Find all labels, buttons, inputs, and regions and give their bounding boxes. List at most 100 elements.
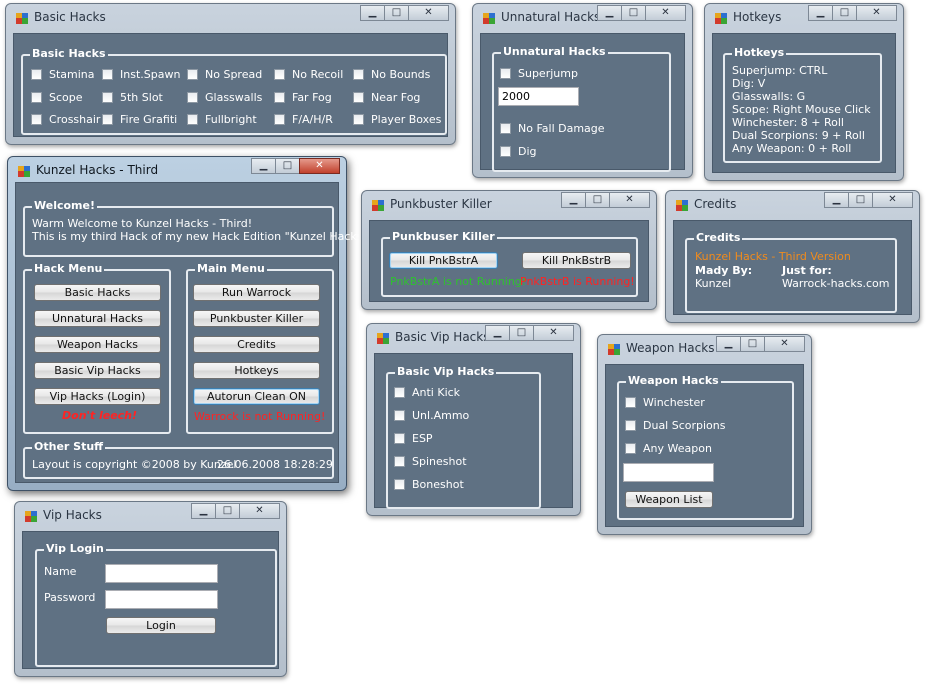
checkbox-fullbright[interactable]: Fullbright	[187, 111, 257, 127]
checkbox-box[interactable]	[31, 113, 42, 125]
checkbox-inst-spawn[interactable]: Inst.Spawn	[102, 66, 180, 82]
checkbox-box[interactable]	[625, 442, 636, 454]
checkbox-no-bounds[interactable]: No Bounds	[353, 66, 430, 82]
close-icon[interactable]: ✕	[645, 5, 686, 21]
title-bar[interactable]: Basic Hacks ▁ □ ✕	[6, 4, 455, 32]
maximize-icon[interactable]: □	[384, 5, 409, 21]
minimize-icon[interactable]: ▁	[808, 5, 833, 21]
checkbox-spineshot[interactable]: Spineshot	[394, 453, 467, 469]
punkbuster-killer-button[interactable]: Punkbuster Killer	[193, 310, 320, 327]
checkbox-box[interactable]	[353, 113, 364, 125]
hotkeys-button[interactable]: Hotkeys	[193, 362, 320, 379]
weapon-input[interactable]	[623, 463, 714, 482]
checkbox-any-weapon[interactable]: Any Weapon	[625, 440, 712, 456]
checkbox-no-recoil[interactable]: No Recoil	[274, 66, 343, 82]
checkbox-dig[interactable]: Dig	[500, 143, 537, 159]
close-icon[interactable]: ✕	[609, 192, 650, 208]
checkbox-box[interactable]	[102, 113, 113, 125]
minimize-icon[interactable]: ▁	[251, 158, 276, 174]
checkbox-fire-grafiti[interactable]: Fire Grafiti	[102, 111, 177, 127]
password-field[interactable]	[105, 590, 218, 609]
title-bar[interactable]: Weapon Hacks ▁ □ ✕	[598, 335, 811, 363]
title-bar[interactable]: Kunzel Hacks - Third ▁ □ ✕	[8, 157, 346, 185]
maximize-icon[interactable]: □	[215, 503, 240, 519]
title-bar[interactable]: Basic Vip Hacks ▁ □ ✕	[367, 324, 580, 352]
checkbox-box[interactable]	[394, 455, 405, 467]
maximize-icon[interactable]: □	[275, 158, 300, 174]
checkbox-box[interactable]	[274, 91, 285, 103]
login-button[interactable]: Login	[106, 617, 216, 634]
minimize-icon[interactable]: ▁	[716, 336, 741, 352]
name-field[interactable]	[105, 564, 218, 583]
checkbox-box[interactable]	[394, 432, 405, 444]
checkbox-no-spread[interactable]: No Spread	[187, 66, 262, 82]
weapon-hacks-button[interactable]: Weapon Hacks	[34, 336, 161, 353]
maximize-icon[interactable]: □	[832, 5, 857, 21]
checkbox-box[interactable]	[187, 91, 198, 103]
checkbox-box[interactable]	[500, 122, 511, 134]
checkbox-box[interactable]	[31, 68, 42, 80]
checkbox-5th-slot[interactable]: 5th Slot	[102, 89, 163, 105]
title-bar[interactable]: Unnatural Hacks ▁ □ ✕	[473, 4, 692, 32]
minimize-icon[interactable]: ▁	[597, 5, 622, 21]
minimize-icon[interactable]: ▁	[191, 503, 216, 519]
maximize-icon[interactable]: □	[585, 192, 610, 208]
close-icon[interactable]: ✕	[764, 336, 805, 352]
maximize-icon[interactable]: □	[621, 5, 646, 21]
checkbox-scope[interactable]: Scope	[31, 89, 83, 105]
checkbox-box[interactable]	[353, 68, 364, 80]
checkbox-near-fog[interactable]: Near Fog	[353, 89, 420, 105]
checkbox-box[interactable]	[353, 91, 364, 103]
run-warrock-button[interactable]: Run Warrock	[193, 284, 320, 301]
title-bar[interactable]: Credits ▁ □ ✕	[666, 191, 919, 219]
checkbox-box[interactable]	[102, 91, 113, 103]
autorun-clean-button[interactable]: Autorun Clean ON	[193, 388, 320, 405]
checkbox-box[interactable]	[394, 409, 405, 421]
credits-button[interactable]: Credits	[193, 336, 320, 353]
title-bar[interactable]: Vip Hacks ▁ □ ✕	[15, 502, 286, 530]
weapon-list-button[interactable]: Weapon List	[625, 491, 713, 508]
checkbox-anti-kick[interactable]: Anti Kick	[394, 384, 460, 400]
close-icon[interactable]: ✕	[299, 158, 340, 174]
checkbox-box[interactable]	[625, 419, 636, 431]
basic-hacks-button[interactable]: Basic Hacks	[34, 284, 161, 301]
checkbox-winchester[interactable]: Winchester	[625, 394, 705, 410]
close-icon[interactable]: ✕	[872, 192, 913, 208]
checkbox-dual-scorpions[interactable]: Dual Scorpions	[625, 417, 726, 433]
title-bar[interactable]: Punkbuster Killer ▁ □ ✕	[362, 191, 656, 219]
vip-hacks-login-button[interactable]: Vip Hacks (Login)	[34, 388, 161, 405]
close-icon[interactable]: ✕	[408, 5, 449, 21]
close-icon[interactable]: ✕	[239, 503, 280, 519]
checkbox-stamina[interactable]: Stamina	[31, 66, 95, 82]
minimize-icon[interactable]: ▁	[824, 192, 849, 208]
maximize-icon[interactable]: □	[740, 336, 765, 352]
title-bar[interactable]: Hotkeys ▁ □ ✕	[705, 4, 903, 32]
checkbox-player-boxes[interactable]: Player Boxes	[353, 111, 441, 127]
checkbox-box[interactable]	[31, 91, 42, 103]
close-icon[interactable]: ✕	[533, 325, 574, 341]
close-icon[interactable]: ✕	[856, 5, 897, 21]
minimize-icon[interactable]: ▁	[561, 192, 586, 208]
kill-pnkbstra-button[interactable]: Kill PnkBstrA	[389, 252, 498, 269]
checkbox-box[interactable]	[500, 67, 511, 79]
checkbox-superjump[interactable]: Superjump	[500, 65, 578, 81]
checkbox-no-fall-damage[interactable]: No Fall Damage	[500, 120, 605, 136]
checkbox-far-fog[interactable]: Far Fog	[274, 89, 332, 105]
minimize-icon[interactable]: ▁	[485, 325, 510, 341]
checkbox-box[interactable]	[500, 145, 511, 157]
checkbox-glasswalls[interactable]: Glasswalls	[187, 89, 262, 105]
checkbox-box[interactable]	[394, 386, 405, 398]
checkbox-box[interactable]	[274, 113, 285, 125]
maximize-icon[interactable]: □	[848, 192, 873, 208]
maximize-icon[interactable]: □	[509, 325, 534, 341]
minimize-icon[interactable]: ▁	[360, 5, 385, 21]
checkbox-box[interactable]	[274, 68, 285, 80]
basic-vip-hacks-button[interactable]: Basic Vip Hacks	[34, 362, 161, 379]
unnatural-hacks-button[interactable]: Unnatural Hacks	[34, 310, 161, 327]
checkbox-boneshot[interactable]: Boneshot	[394, 476, 464, 492]
checkbox-box[interactable]	[625, 396, 636, 408]
checkbox-fahr[interactable]: F/A/H/R	[274, 111, 333, 127]
superjump-height-input[interactable]: 2000	[498, 87, 579, 106]
checkbox-box[interactable]	[187, 68, 198, 80]
checkbox-crosshair[interactable]: Crosshair	[31, 111, 100, 127]
